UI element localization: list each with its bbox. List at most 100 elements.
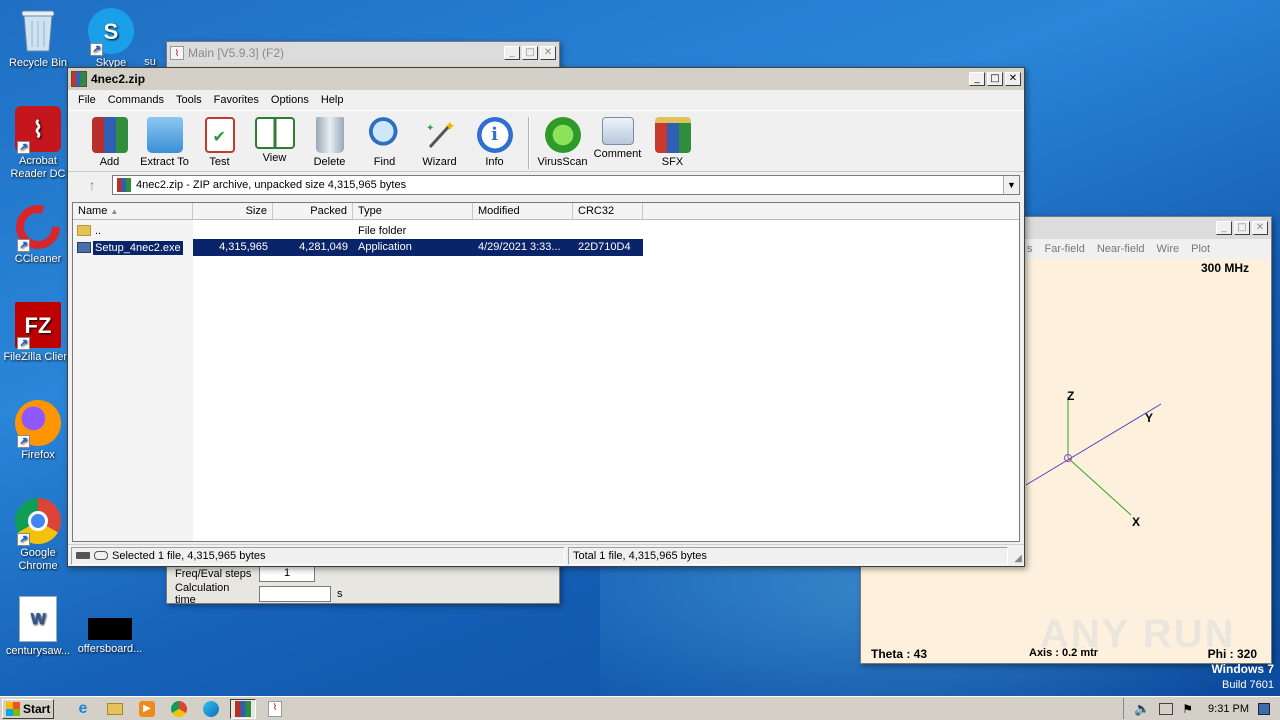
tool-find-button[interactable]: Find [357, 115, 412, 168]
freq-steps-label: Freq/Eval steps [175, 568, 252, 580]
taskbar-winrar-icon[interactable] [230, 698, 256, 719]
tool-test-button[interactable]: ✔ Test [192, 115, 247, 168]
taskbar-chrome-icon[interactable] [166, 699, 192, 719]
menu-favorites[interactable]: Favorites [208, 94, 265, 106]
close-button[interactable]: ✕ [1252, 221, 1268, 235]
taskbar-media-player-icon[interactable]: ▶ [134, 699, 160, 719]
tool-label: Wizard [422, 156, 457, 168]
row-name: Setup_4nec2.exe [93, 240, 183, 255]
desktop-icon-offersboard[interactable]: offersboard... [72, 596, 148, 656]
maximize-button[interactable]: □ [987, 72, 1003, 86]
desktop-icon-acrobat[interactable]: ⌇ ↗ Acrobat Reader DC [0, 106, 76, 181]
status-total-panel: Total 1 file, 4,315,965 bytes [568, 546, 1008, 565]
menu-help[interactable]: Help [315, 94, 350, 106]
up-arrow-icon[interactable]: ↑ [72, 177, 112, 193]
calc-time-field [259, 586, 331, 602]
tool-info-button[interactable]: i Info [467, 115, 522, 168]
resize-grip-icon[interactable]: ◢ [1014, 553, 1022, 564]
menu-file[interactable]: File [72, 94, 102, 106]
bug-icon [544, 117, 581, 153]
tool-sfx-button[interactable]: SFX [645, 115, 700, 168]
clock[interactable]: 9:31 PM [1208, 703, 1249, 715]
desktop-icon-recycle-bin[interactable]: Recycle Bin [0, 8, 76, 70]
desktop-icon-firefox[interactable]: ↗ Firefox [0, 400, 76, 462]
volume-icon[interactable]: 🔈 [1134, 701, 1150, 717]
minimize-button[interactable]: _ [969, 72, 985, 86]
close-button[interactable]: ✕ [1005, 72, 1021, 86]
maximize-button[interactable]: □ [1234, 221, 1250, 235]
row-name: .. [95, 224, 102, 237]
chevron-down-icon[interactable]: ▼ [1003, 176, 1019, 194]
key-icon [94, 551, 108, 560]
desktop-icon-filezilla[interactable]: FZ ↗ FileZilla Client [0, 302, 76, 364]
column-header-packed[interactable]: Packed [273, 203, 353, 219]
shortcut-arrow-icon: ↗ [90, 43, 103, 56]
minimize-button[interactable]: _ [1216, 221, 1232, 235]
action-center-flag-icon[interactable]: ⚑ [1182, 702, 1193, 716]
address-bar[interactable]: 4nec2.zip - ZIP archive, unpacked size 4… [112, 175, 1020, 195]
freq-steps-input[interactable]: 1 [259, 566, 315, 582]
winrar-window[interactable]: 4nec2.zip _ □ ✕ File Commands Tools Favo… [67, 67, 1025, 567]
start-button[interactable]: Start [2, 698, 54, 719]
tool-label: VirusScan [537, 156, 588, 168]
row-modified: 4/29/2021 3:33... [473, 239, 573, 256]
file-list[interactable]: Name ▲ Size Packed Type Modified CRC32 .… [72, 202, 1020, 542]
menu-options[interactable]: Options [265, 94, 315, 106]
table-row[interactable]: .. File folder [73, 222, 1019, 239]
skype-icon: S ↗ [88, 8, 134, 56]
tool-label: Find [373, 156, 396, 168]
column-header-name[interactable]: Name ▲ [73, 203, 193, 219]
tool-virusscan-button[interactable]: VirusScan [535, 115, 590, 168]
taskbar-explorer-icon[interactable] [102, 699, 128, 719]
desktop-icon-ccleaner[interactable]: ↗ CCleaner [0, 204, 76, 266]
info-icon: i [476, 117, 513, 153]
tool-add-button[interactable]: Add [82, 115, 137, 168]
taskbar-ie-icon[interactable]: e [70, 699, 96, 719]
column-header-crc32[interactable]: CRC32 [573, 203, 643, 219]
system-tray: 🔈 ⚑ 9:31 PM [1123, 698, 1280, 719]
comment-icon [601, 117, 634, 145]
table-row-selected[interactable]: Setup_4nec2.exe 4,315,965 4,281,049 Appl… [73, 239, 1019, 256]
desktop-icon-label: centurysaw... [5, 645, 71, 657]
tool-comment-button[interactable]: Comment [590, 115, 645, 160]
archive-icon [117, 178, 131, 192]
taskbar-4nec2-icon[interactable]: ⌇ [262, 699, 288, 719]
nec-main-title: Main [V5.9.3] (F2) [188, 46, 285, 60]
toolbar-separator [528, 117, 529, 169]
geometry-menu-far-field[interactable]: Far-field [1039, 243, 1091, 255]
show-desktop-icon[interactable] [1258, 702, 1270, 715]
column-header-modified[interactable]: Modified [473, 203, 573, 219]
winrar-titlebar[interactable]: 4nec2.zip _ □ ✕ [68, 68, 1024, 90]
network-icon[interactable] [1159, 702, 1174, 715]
geometry-menu-wire[interactable]: Wire [1151, 243, 1186, 255]
tool-delete-button[interactable]: Delete [302, 115, 357, 168]
shortcut-arrow-icon: ↗ [17, 533, 30, 546]
geometry-menu-near-field[interactable]: Near-field [1091, 243, 1151, 255]
os-build-label: Build 7601 [1222, 679, 1274, 691]
firefox-icon: ↗ [15, 400, 61, 448]
acrobat-icon: ⌇ ↗ [15, 106, 61, 154]
tool-extract-button[interactable]: Extract To [137, 115, 192, 168]
menu-commands[interactable]: Commands [102, 94, 170, 106]
minimize-button[interactable]: _ [504, 46, 520, 60]
chrome-icon: ↗ [15, 498, 61, 546]
taskbar-edge-icon[interactable] [198, 699, 224, 719]
desktop-icon-chrome[interactable]: ↗ Google Chrome [0, 498, 76, 573]
desktop-icon-word-doc[interactable]: W centurysaw... [0, 596, 76, 658]
nec-main-titlebar[interactable]: ⌇ Main [V5.9.3] (F2) _ □ ✕ [167, 42, 559, 64]
axis-y-label: Y [1145, 411, 1154, 425]
row-size: 4,315,965 [193, 239, 273, 256]
tool-label: View [262, 152, 287, 164]
maximize-button[interactable]: □ [522, 46, 538, 60]
geometry-menu-plot[interactable]: Plot [1185, 243, 1216, 255]
tool-wizard-button[interactable]: ✦ ✦ Wizard [412, 115, 467, 168]
menu-tools[interactable]: Tools [170, 94, 208, 106]
tool-label: Comment [593, 148, 642, 160]
tool-label: Info [485, 156, 504, 168]
close-button[interactable]: ✕ [540, 46, 556, 60]
axis-x-label: X [1132, 515, 1141, 529]
column-header-size[interactable]: Size [193, 203, 273, 219]
calc-time-unit: s [337, 588, 343, 600]
column-header-type[interactable]: Type [353, 203, 473, 219]
tool-view-button[interactable]: View [247, 115, 302, 164]
